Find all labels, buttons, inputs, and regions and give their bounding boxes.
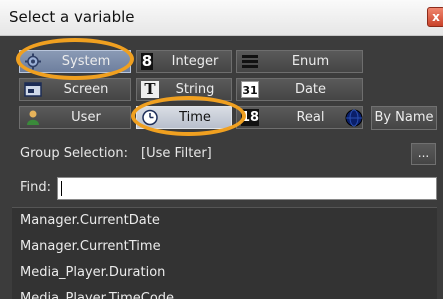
globe-icon	[345, 109, 363, 127]
type-button-integer[interactable]: 8 Integer	[136, 50, 232, 73]
type-button-label: String	[175, 82, 215, 97]
type-button-label: Screen	[63, 82, 109, 97]
list-item[interactable]: Media_Player.Duration	[20, 261, 430, 285]
list-item[interactable]: Media_Player.TimeCode	[20, 287, 430, 299]
type-button-time[interactable]: Time	[136, 106, 232, 129]
type-button-system[interactable]: System	[19, 50, 131, 73]
type-button-label: System	[61, 54, 111, 69]
close-button[interactable]: x	[427, 7, 443, 27]
type-button-label: Time	[179, 110, 211, 125]
type-button-label: Enum	[291, 54, 330, 69]
type-button-user[interactable]: User	[19, 106, 131, 129]
group-selection-value: [Use Filter]	[141, 146, 212, 161]
type-button-enum[interactable]: Enum	[236, 50, 363, 73]
group-selection-label: Group Selection:	[20, 146, 128, 161]
select-variable-dialog: Select a variable x System 8 Integer Enu…	[0, 0, 443, 299]
type-button-string[interactable]: T String	[136, 78, 232, 101]
type-button-date[interactable]: 31 Date	[236, 78, 363, 101]
type-button-label: User	[71, 110, 101, 125]
type-button-label: Integer	[171, 54, 219, 69]
by-name-button[interactable]: By Name	[371, 106, 437, 130]
list-item[interactable]: Manager.CurrentDate	[20, 209, 430, 233]
text-caret	[61, 181, 62, 196]
type-button-label: Date	[294, 82, 327, 97]
close-icon: x	[432, 10, 440, 24]
group-browse-button[interactable]: ...	[411, 143, 436, 165]
find-input[interactable]	[57, 177, 437, 200]
list-item[interactable]: Manager.CurrentTime	[20, 235, 430, 259]
variable-list[interactable]: Manager.CurrentDate Manager.CurrentTime …	[12, 207, 437, 299]
find-label: Find:	[20, 180, 52, 195]
title-bar: Select a variable x	[0, 0, 443, 36]
type-button-screen[interactable]: Screen	[19, 78, 131, 101]
dialog-title: Select a variable	[9, 8, 135, 26]
